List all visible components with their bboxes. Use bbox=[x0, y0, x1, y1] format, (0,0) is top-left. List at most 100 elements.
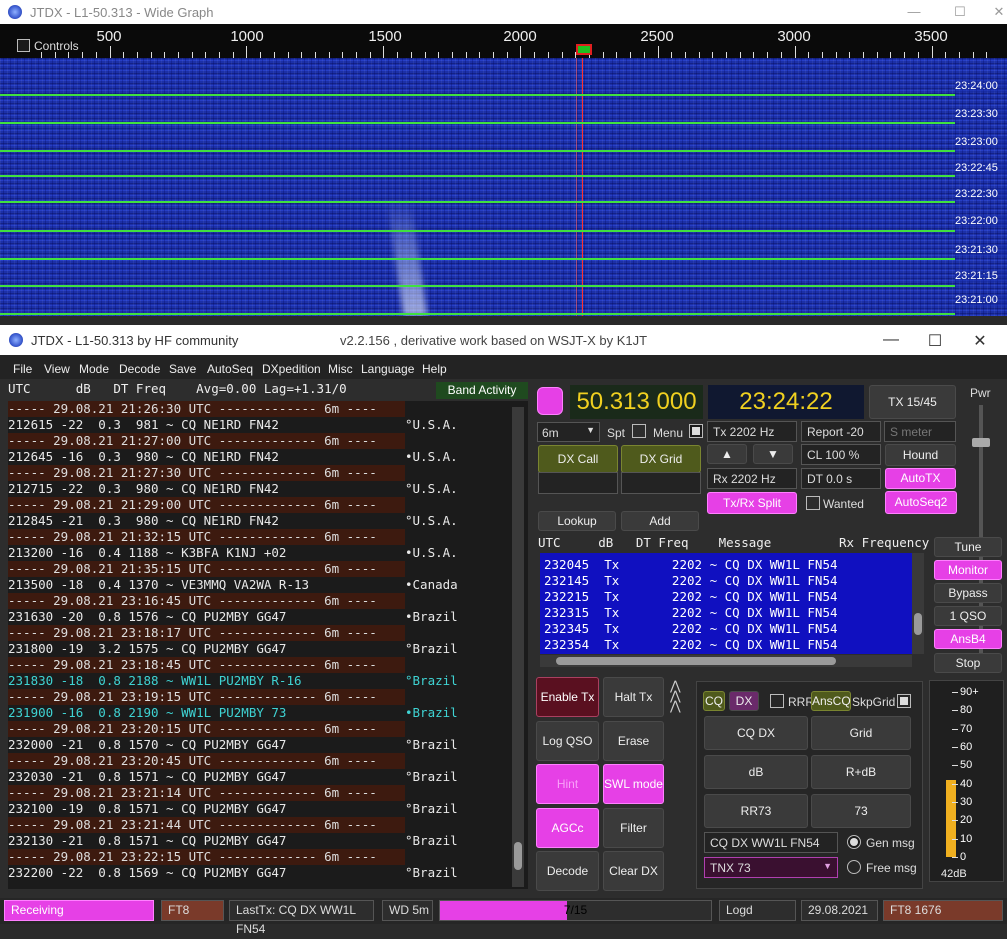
tx-frequency-field[interactable]: Tx 2202 Hz bbox=[707, 421, 797, 442]
period-separator-row[interactable]: ----- 29.08.21 23:16:45 UTC ------------… bbox=[8, 593, 405, 609]
period-separator-row[interactable]: ----- 29.08.21 23:21:14 UTC ------------… bbox=[8, 785, 405, 801]
decode-row[interactable]: 212715 -22 0.3 980 ~ CQ NE1RD FN42 °U.S.A… bbox=[8, 481, 513, 497]
halt-tx-button[interactable]: Halt Tx bbox=[603, 677, 664, 717]
tune-button[interactable]: Tune bbox=[934, 537, 1002, 557]
minimize-icon[interactable]: — bbox=[900, 4, 928, 20]
decode-button[interactable]: Decode bbox=[536, 851, 599, 891]
controls-checkbox[interactable] bbox=[17, 39, 30, 52]
73-macro-button[interactable]: 73 bbox=[811, 794, 911, 828]
tx-history-row[interactable]: 232215 Tx 2202 ~ CQ DX WW1L FN54 bbox=[544, 589, 909, 605]
period-separator-row[interactable]: ----- 29.08.21 23:18:45 UTC ------------… bbox=[8, 657, 405, 673]
dt-field[interactable]: DT 0.0 s bbox=[801, 468, 881, 489]
decode-row[interactable]: 232000 -21 0.8 1570 ~ CQ PU2MBY GG47 °Bra… bbox=[8, 737, 513, 753]
decode-row[interactable]: 232200 -22 0.8 1569 ~ CQ PU2MBY GG47 °Bra… bbox=[8, 865, 513, 881]
cq-dx-macro-button[interactable]: CQ DX bbox=[704, 716, 808, 750]
menu-decode[interactable]: Decode bbox=[119, 362, 160, 376]
scrollbar-thumb[interactable] bbox=[556, 657, 836, 665]
grid-macro-button[interactable]: Grid bbox=[811, 716, 911, 750]
decode-row[interactable]: 213200 -16 0.4 1188 ~ K3BFA K1NJ +02 •U.S… bbox=[8, 545, 513, 561]
band-activity-list[interactable]: ----- 29.08.21 21:26:30 UTC ------------… bbox=[8, 401, 528, 889]
erase-button[interactable]: Erase bbox=[603, 721, 664, 761]
period-separator-row[interactable]: ----- 29.08.21 21:27:00 UTC ------------… bbox=[8, 433, 405, 449]
tx-history-row[interactable]: 232354 Tx 2202 ~ CQ DX WW1L FN54 bbox=[544, 637, 909, 653]
cl-field[interactable]: CL 100 % bbox=[801, 444, 881, 465]
band-activity-button[interactable]: Band Activity bbox=[436, 382, 528, 399]
rr73-macro-button[interactable]: RR73 bbox=[704, 794, 808, 828]
close-icon[interactable]: ✕ bbox=[965, 331, 995, 350]
frequency-scale[interactable]: Controls 500 1000 1500 2000 2500 3000 3500 bbox=[0, 24, 1007, 58]
skpgrid-checkbox[interactable] bbox=[897, 694, 911, 708]
tx-period-button[interactable]: TX 15/45 bbox=[869, 385, 956, 419]
one-qso-button[interactable]: 1 QSO bbox=[934, 606, 1002, 626]
db-macro-button[interactable]: dB bbox=[704, 755, 808, 789]
decode-row[interactable]: 212845 -21 0.3 980 ~ CQ NE1RD FN42 °U.S.A… bbox=[8, 513, 513, 529]
period-separator-row[interactable]: ----- 29.08.21 23:19:15 UTC ------------… bbox=[8, 689, 405, 705]
decode-row[interactable]: 232130 -21 0.8 1571 ~ CQ PU2MBY GG47 °Bra… bbox=[8, 833, 513, 849]
log-qso-button[interactable]: Log QSO bbox=[536, 721, 599, 761]
tx-list-horizontal-scrollbar[interactable] bbox=[540, 655, 912, 667]
period-separator-row[interactable]: ----- 29.08.21 23:20:15 UTC ------------… bbox=[8, 721, 405, 737]
maximize-icon[interactable]: ☐ bbox=[946, 4, 974, 20]
free-msg-radio[interactable] bbox=[847, 860, 861, 874]
monitor-button[interactable]: Monitor bbox=[934, 560, 1002, 580]
wanted-checkbox[interactable] bbox=[806, 496, 820, 510]
cq-button[interactable]: CQ bbox=[703, 691, 725, 711]
decode-row[interactable]: 232100 -19 0.8 1571 ~ CQ PU2MBY GG47 °Bra… bbox=[8, 801, 513, 817]
band-select[interactable]: 6m ▼ bbox=[537, 422, 600, 442]
menu-view[interactable]: View bbox=[44, 362, 70, 376]
menu-language[interactable]: Language bbox=[361, 362, 414, 376]
period-separator-row[interactable]: ----- 29.08.21 23:18:17 UTC ------------… bbox=[8, 625, 405, 641]
period-separator-row[interactable]: ----- 29.08.21 21:27:30 UTC ------------… bbox=[8, 465, 405, 481]
period-separator-row[interactable]: ----- 29.08.21 21:29:00 UTC ------------… bbox=[8, 497, 405, 513]
menu-misc[interactable]: Misc bbox=[328, 362, 353, 376]
menu-dxpedition[interactable]: DXpedition bbox=[262, 362, 321, 376]
decode-row[interactable]: 212615 -22 0.3 981 ~ CQ NE1RD FN42 °U.S.A… bbox=[8, 417, 513, 433]
tx-history-row[interactable]: 232145 Tx 2202 ~ CQ DX WW1L FN54 bbox=[544, 573, 909, 589]
decode-row[interactable]: 231900 -16 0.8 2190 ~ WW1L PU2MBY 73 •Bra… bbox=[8, 705, 513, 721]
autotx-button[interactable]: AutoTX bbox=[885, 468, 956, 489]
period-separator-row[interactable]: ----- 29.08.21 23:21:44 UTC ------------… bbox=[8, 817, 405, 833]
stop-button[interactable]: Stop bbox=[934, 653, 1002, 673]
gen-msg-field[interactable]: CQ DX WW1L FN54 bbox=[704, 832, 838, 853]
hint-button[interactable]: Hint bbox=[536, 764, 599, 804]
ansb4-button[interactable]: AnsB4 bbox=[934, 629, 1002, 649]
decode-row[interactable]: 213500 -18 0.4 1370 ~ VE3MMQ VA2WA R-13 •… bbox=[8, 577, 513, 593]
period-separator-row[interactable]: ----- 29.08.21 23:22:15 UTC ------------… bbox=[8, 849, 405, 865]
menu-help[interactable]: Help bbox=[422, 362, 447, 376]
dx-grid-field[interactable] bbox=[621, 472, 701, 494]
period-separator-row[interactable]: ----- 29.08.21 21:26:30 UTC ------------… bbox=[8, 401, 405, 417]
decode-row[interactable]: 232030 -21 0.8 1571 ~ CQ PU2MBY GG47 °Bra… bbox=[8, 769, 513, 785]
swl-mode-button[interactable]: SWL mode bbox=[603, 764, 664, 804]
freq-up-button[interactable]: ▲ bbox=[707, 444, 747, 464]
spt-checkbox[interactable] bbox=[632, 424, 646, 438]
period-separator-row[interactable]: ----- 29.08.21 21:35:15 UTC ------------… bbox=[8, 561, 405, 577]
menu-file[interactable]: File bbox=[13, 362, 32, 376]
enable-tx-button[interactable]: Enable Tx bbox=[536, 677, 599, 717]
menu-mode[interactable]: Mode bbox=[79, 362, 109, 376]
scrollbar-thumb[interactable] bbox=[914, 613, 922, 635]
hound-button[interactable]: Hound bbox=[885, 444, 956, 466]
add-button[interactable]: Add bbox=[621, 511, 699, 531]
decode-row[interactable]: 231830 -18 0.8 2188 ~ WW1L PU2MBY R-16 °B… bbox=[8, 673, 513, 689]
tx-rx-split-button[interactable]: Tx/Rx Split bbox=[707, 492, 797, 514]
tx-history-row[interactable]: 232345 Tx 2202 ~ CQ DX WW1L FN54 bbox=[544, 621, 909, 637]
anscq-button[interactable]: AnsCQ bbox=[811, 691, 851, 711]
autoseq2-button[interactable]: AutoSeq2 bbox=[885, 491, 957, 514]
r-db-macro-button[interactable]: R+dB bbox=[811, 755, 911, 789]
menu-checkbox[interactable] bbox=[689, 424, 703, 438]
period-separator-row[interactable]: ----- 29.08.21 21:32:15 UTC ------------… bbox=[8, 529, 405, 545]
period-separator-row[interactable]: ----- 29.08.21 23:20:45 UTC ------------… bbox=[8, 753, 405, 769]
power-slider-handle[interactable] bbox=[972, 438, 990, 447]
rx-frequency-field[interactable]: Rx 2202 Hz bbox=[707, 468, 797, 489]
close-icon[interactable]: ✕ bbox=[985, 4, 1007, 20]
maximize-icon[interactable]: ☐ bbox=[920, 331, 950, 350]
rrr-checkbox[interactable] bbox=[770, 694, 784, 708]
tx-list-scrollbar[interactable] bbox=[912, 553, 924, 654]
dx-call-button[interactable]: DX Call bbox=[538, 445, 618, 473]
dx-button[interactable]: DX bbox=[729, 691, 759, 711]
decode-row[interactable]: 231800 -19 3.2 1575 ~ CQ PU2MBY GG47 °Bra… bbox=[8, 641, 513, 657]
dx-grid-button[interactable]: DX Grid bbox=[621, 445, 701, 473]
menu-save[interactable]: Save bbox=[169, 362, 196, 376]
minimize-icon[interactable]: — bbox=[876, 331, 906, 349]
chevrons-icon[interactable]: ⋀ ⋀ ⋀ bbox=[670, 679, 692, 713]
